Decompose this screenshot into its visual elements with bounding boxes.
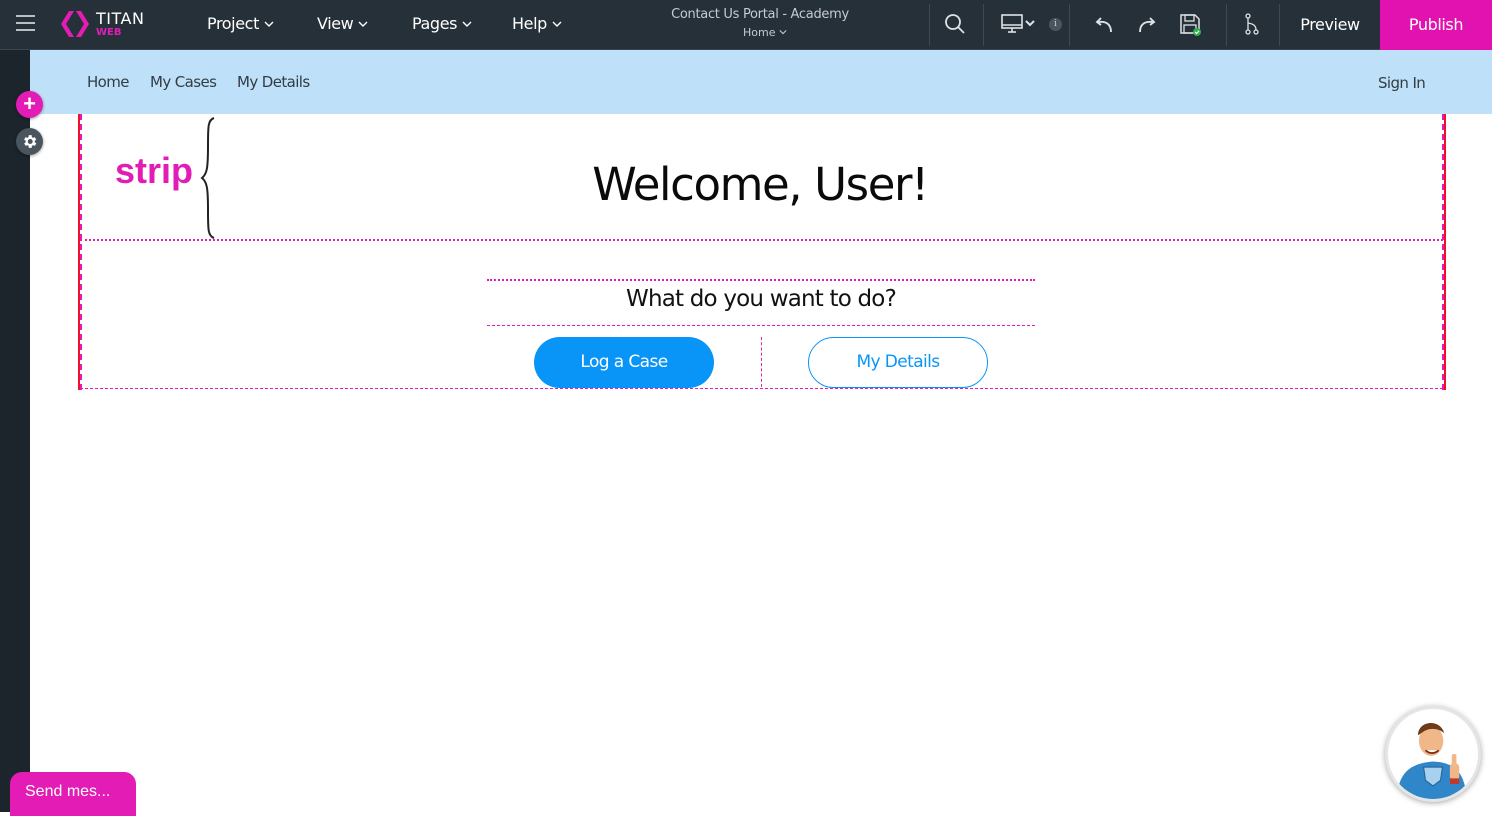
log-a-case-button[interactable]: Log a Case [534,337,714,388]
nav-link-home[interactable]: Home [87,73,130,91]
strip-divider [80,239,1443,241]
search-icon[interactable] [943,12,967,36]
button-column-divider [761,337,762,387]
curly-brace-annotation-icon [200,117,215,239]
chevron-down-icon [462,21,472,27]
sign-in-link[interactable]: Sign In [1378,74,1426,92]
my-details-button[interactable]: My Details [808,337,988,388]
assistant-avatar[interactable] [1385,706,1481,802]
chevron-down-icon [358,21,368,27]
menu-view[interactable]: View [317,14,368,33]
add-element-button[interactable]: + [16,91,43,118]
toolbar-divider [929,4,930,46]
redo-icon[interactable] [1135,12,1159,36]
gear-icon [24,135,37,148]
desktop-view-icon[interactable] [1000,12,1036,36]
section-bottom-border [80,388,1443,389]
toolbar-divider [1279,4,1280,46]
menu-help[interactable]: Help [512,14,562,33]
menu-help-label: Help [512,14,547,33]
welcome-heading: Welcome, User! [592,158,929,211]
strip-container[interactable] [78,114,1446,390]
question-top-border [487,279,1035,281]
question-bottom-border [487,325,1035,326]
undo-icon[interactable] [1092,12,1116,36]
branch-icon[interactable] [1240,12,1264,36]
project-title: Contact Us Portal - Academy [671,7,849,22]
preview-button[interactable]: Preview [1281,0,1379,50]
publish-button[interactable]: Publish [1380,0,1492,50]
logo-subtitle: WEB [96,26,122,38]
current-page-label: Home [743,26,776,39]
toolbar-divider [983,4,984,46]
toolbar-divider [1069,4,1070,46]
site-navigation-bar: Home My Cases My Details Sign In [30,50,1492,114]
left-rail [0,50,30,812]
titan-logo-icon [61,11,89,37]
superhero-mascot-icon [1397,723,1467,799]
chevron-down-icon [552,21,562,27]
menu-view-label: View [317,14,354,33]
menu-pages[interactable]: Pages [412,14,472,33]
info-icon[interactable]: i [1049,18,1062,31]
menu-project-label: Project [207,14,259,33]
chevron-down-icon [779,30,787,35]
send-message-chat-button[interactable]: Send mes... [10,772,136,816]
page-selector[interactable]: Home [700,26,830,39]
top-toolbar: TITAN WEB Project View Pages Help Contac… [0,0,1492,50]
settings-button[interactable] [16,128,43,155]
menu-project[interactable]: Project [207,14,274,33]
nav-link-my-cases[interactable]: My Cases [150,73,217,91]
menu-pages-label: Pages [412,14,458,33]
save-icon[interactable] [1178,12,1202,36]
chevron-down-icon [264,21,274,27]
toolbar-divider [1226,4,1227,46]
titan-logo: TITAN WEB [60,9,144,39]
logo-title: TITAN [96,8,145,28]
strip-annotation-label: strip [115,150,194,191]
question-heading: What do you want to do? [626,286,897,312]
hamburger-menu-icon[interactable] [16,15,35,33]
nav-link-my-details[interactable]: My Details [237,73,310,91]
